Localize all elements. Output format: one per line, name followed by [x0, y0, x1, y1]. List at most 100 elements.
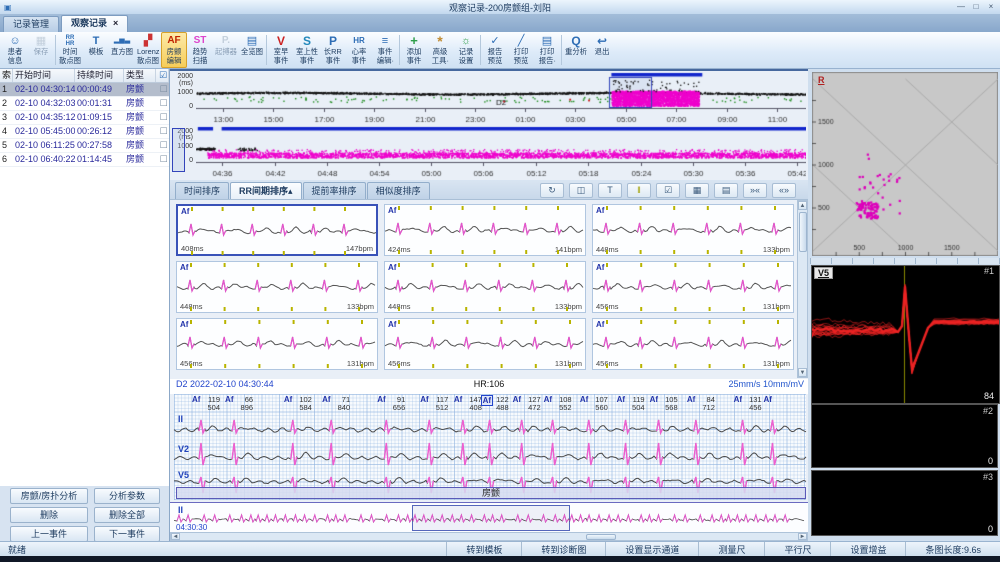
sort-tab[interactable]: 提前率排序 [303, 182, 366, 199]
af-strip-cell[interactable]: Af456ms131bpm [592, 261, 794, 313]
goto-diagnosis-button[interactable]: 转到诊断图 [521, 542, 605, 556]
multi-select-button[interactable]: ☑ [656, 183, 680, 198]
rhythm-scrollbar[interactable]: ◄ ► [170, 532, 808, 541]
episode-cell: 02-10 04:35:12 [13, 111, 75, 124]
toolbar-button-svpb-event[interactable]: S室上性事件 [294, 32, 320, 68]
toolbar-button-pacemaker[interactable]: P.起搏器 [213, 32, 239, 68]
toolbar-button-exit[interactable]: ↩退出 [589, 32, 615, 68]
analysis-params-button[interactable]: 分析参数 [94, 488, 160, 504]
episode-row[interactable]: 602-10 06:40:2201:14:45房颤☐ [0, 153, 169, 167]
row-checkbox[interactable]: ☐ [156, 125, 169, 138]
restore-button[interactable]: □ [970, 1, 982, 12]
scroll-up-arrow[interactable]: ▲ [798, 201, 807, 210]
toolbar-button-af-edit[interactable]: AF房颤编辑 [161, 32, 187, 68]
row-checkbox[interactable]: ☐ [156, 139, 169, 152]
toolbar-button-event-edit[interactable]: ≡事件编辑· [372, 32, 398, 68]
select-all-checkbox[interactable]: ☑ [156, 69, 169, 82]
toolbar-button-add-event[interactable]: +添加事件 [401, 32, 427, 68]
zoom-chart-selection[interactable] [172, 128, 185, 172]
rhythm-waveform[interactable] [174, 506, 804, 532]
tab-active[interactable]: 观察记录× [61, 15, 128, 32]
template-panel-1[interactable] [811, 265, 1000, 404]
toolbar-button-report-preview[interactable]: ✓报告预览 [482, 32, 508, 68]
scroll-thumb[interactable] [586, 534, 616, 540]
shrink-columns-button[interactable]: »« [743, 183, 767, 198]
af-episode-band[interactable]: 房颤 [176, 487, 806, 499]
toolbar-button-overview[interactable]: ▤全览图 [239, 32, 265, 68]
lorenz-plot[interactable] [812, 72, 998, 256]
strip-grid-scrollbar[interactable]: ▲ ▼ [797, 200, 808, 378]
tab-close-icon[interactable]: × [113, 18, 118, 28]
toolbar-button-reanalyze[interactable]: Q重分析 [563, 32, 589, 68]
ecg-waveforms[interactable] [174, 394, 806, 500]
print-report-icon: ▤ [542, 34, 552, 48]
toolbar-button-lorenz-scatter[interactable]: ▞Lorenz散点图 [135, 32, 161, 68]
toolbar-button-advanced-tools[interactable]: *高级工具· [427, 32, 453, 68]
toolbar-button-histogram[interactable]: ▂▅▃直方图 [109, 32, 135, 68]
af-strip-cell[interactable]: Af408ms147bpm [176, 204, 378, 256]
af-strip-cell[interactable]: Af448ms133bpm [384, 261, 586, 313]
episode-row[interactable]: 302-10 04:35:1201:09:15房颤☐ [0, 111, 169, 125]
expand-columns-button[interactable]: «» [772, 183, 796, 198]
scroll-left-arrow[interactable]: ◄ [171, 533, 180, 540]
template-panel-3[interactable]: #3 0 [811, 470, 998, 536]
scroll-down-arrow[interactable]: ▼ [798, 368, 807, 377]
episode-row[interactable]: 102-10 04:30:1400:00:49房颤☐ [0, 83, 169, 97]
toolbar-button-template[interactable]: T模板 [83, 32, 109, 68]
toolbar-button-print-preview[interactable]: ╱打印预览 [508, 32, 534, 68]
episode-row[interactable]: 502-10 06:11:2500:27:58房颤☐ [0, 139, 169, 153]
af-strip-cell[interactable]: Af448ms133bpm [176, 261, 378, 313]
template-panel-2[interactable]: #2 0 [811, 404, 998, 468]
set-gain-button[interactable]: 设置增益 [830, 542, 905, 556]
event-action-panel: 房颤/房扑分析分析参数删除删除全部上一事件下一事件 [0, 486, 170, 541]
af-flutter-analysis-button[interactable]: 房颤/房扑分析 [10, 488, 88, 504]
sort-tab[interactable]: 相似度排序 [367, 182, 430, 199]
trend-overview-chart[interactable] [196, 72, 806, 126]
refresh-button[interactable]: ↻ [540, 183, 564, 198]
tab-inactive[interactable]: 记录管理 [3, 16, 59, 32]
row-checkbox[interactable]: ☐ [156, 111, 169, 124]
row-checkbox[interactable]: ☐ [156, 153, 169, 166]
parallel-ruler-button[interactable]: 平行尺 [764, 542, 830, 556]
toolbar-button-save[interactable]: ▦保存 [28, 32, 54, 68]
grid-dense-button[interactable]: ▦ [685, 183, 709, 198]
sort-tab[interactable]: 时间排序 [175, 182, 229, 199]
goto-template-button[interactable]: 转到模板 [446, 542, 521, 556]
toolbar-button-patient-info[interactable]: ☺患者信息 [2, 32, 28, 68]
minimize-button[interactable]: — [955, 1, 967, 12]
panel-splitter[interactable] [810, 258, 1000, 264]
close-button[interactable]: × [985, 1, 997, 12]
grid-sparse-button[interactable]: ▤ [714, 183, 738, 198]
delete-button[interactable]: 删除 [10, 507, 88, 523]
next-event-button[interactable]: 下一事件 [94, 526, 160, 542]
scroll-right-arrow[interactable]: ► [798, 533, 807, 540]
af-strip-cell[interactable]: Af456ms131bpm [592, 318, 794, 370]
strip-length-button[interactable]: 条图长度:9.6s [905, 542, 1000, 556]
template-lead-chip[interactable]: V5 [814, 267, 833, 279]
af-strip-cell[interactable]: Af424ms141bpm [384, 204, 586, 256]
interval-bars-button[interactable]: ‖ [627, 183, 651, 198]
toolbar-button-print-report[interactable]: ▤打印报告· [534, 32, 560, 68]
set-display-channel-button[interactable]: 设置显示通道 [605, 542, 698, 556]
toolbar-button-pvc-event[interactable]: V室早事件 [268, 32, 294, 68]
af-zoom-chart[interactable] [196, 126, 806, 180]
af-strip-cell[interactable]: Af456ms131bpm [384, 318, 586, 370]
toolbar-button-hr-event[interactable]: HR心率事件 [346, 32, 372, 68]
row-checkbox[interactable]: ☐ [156, 83, 169, 96]
toolbar-button-trend-scan[interactable]: ST趋势扫描 [187, 32, 213, 68]
measure-ruler-button[interactable]: 测量尺 [698, 542, 764, 556]
delete-all-button[interactable]: 删除全部 [94, 507, 160, 523]
episode-row[interactable]: 402-10 05:45:0000:26:12房颤☐ [0, 125, 169, 139]
channel-view-button[interactable]: ◫ [569, 183, 593, 198]
toolbar-button-long-rr-event[interactable]: P长RR事件 [320, 32, 346, 68]
toolbar-button-time-scatter[interactable]: RR HR时间散点图 [57, 32, 83, 68]
sort-tab[interactable]: RR间期排序▴ [230, 182, 302, 199]
scroll-thumb[interactable] [799, 212, 807, 252]
prev-event-button[interactable]: 上一事件 [10, 526, 88, 542]
af-strip-cell[interactable]: Af456ms131bpm [176, 318, 378, 370]
episode-row[interactable]: 202-10 04:32:0300:01:31房颤☐ [0, 97, 169, 111]
toolbar-button-record-settings[interactable]: ☼记录设置 [453, 32, 479, 68]
af-strip-cell[interactable]: Af448ms133bpm [592, 204, 794, 256]
text-annotation-button[interactable]: T [598, 183, 622, 198]
row-checkbox[interactable]: ☐ [156, 97, 169, 110]
